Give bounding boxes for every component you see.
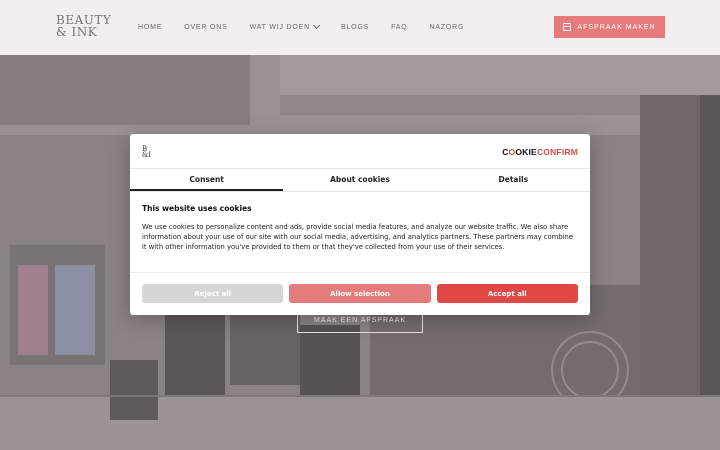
- cookieconfirm-logo: COOKIECONFIRM: [502, 147, 578, 157]
- chevron-down-icon: [312, 21, 321, 30]
- reject-all-button[interactable]: Reject all: [142, 284, 284, 303]
- calendar-icon: [563, 23, 572, 31]
- site-mini-logo: B &I: [142, 146, 151, 159]
- site-logo[interactable]: BEAUTY & INK: [56, 14, 111, 38]
- mini-logo-line-2: &I: [142, 151, 151, 159]
- dialog-heading: This website uses cookies: [142, 204, 252, 213]
- nav-wat-wij-doen[interactable]: WAT WIJ DOEN: [249, 21, 321, 33]
- cookie-consent-dialog: B &I COOKIECONFIRM Consent About cookies…: [130, 134, 590, 315]
- allow-selection-button[interactable]: Allow selection: [289, 284, 431, 303]
- nav-faq[interactable]: FAQ: [391, 21, 407, 33]
- accept-all-button[interactable]: Accept all: [436, 284, 578, 303]
- appointment-button[interactable]: AFSPRAAK MAKEN: [554, 16, 665, 38]
- nav-nazorg[interactable]: NAZORG: [430, 21, 465, 33]
- dialog-header: B &I COOKIECONFIRM: [130, 134, 590, 169]
- logo-line-2: & INK: [56, 25, 98, 39]
- brand-text-2: OKIE: [515, 147, 537, 157]
- site-header: BEAUTY & INK HOME OVER ONS WAT WIJ DOEN …: [0, 0, 720, 55]
- tab-details[interactable]: Details: [437, 169, 590, 191]
- dialog-buttons: Reject all Allow selection Accept all: [130, 273, 590, 314]
- nav-home[interactable]: HOME: [138, 21, 162, 33]
- dialog-description: We use cookies to personalize content an…: [142, 223, 574, 251]
- dialog-tabs: Consent About cookies Details: [130, 169, 590, 192]
- main-nav: HOME OVER ONS WAT WIJ DOEN BLOGS FAQ NAZ…: [138, 21, 486, 33]
- tab-consent[interactable]: Consent: [130, 169, 284, 191]
- brand-text-3: CONFIRM: [536, 147, 578, 157]
- appointment-button-label: AFSPRAAK MAKEN: [577, 23, 656, 31]
- nav-wat-wij-doen-label: WAT WIJ DOEN: [249, 23, 310, 31]
- tab-about-cookies[interactable]: About cookies: [283, 169, 436, 191]
- nav-blogs[interactable]: BLOGS: [341, 21, 369, 33]
- dialog-body: This website uses cookies We use cookies…: [130, 192, 590, 273]
- nav-over-ons[interactable]: OVER ONS: [184, 21, 227, 33]
